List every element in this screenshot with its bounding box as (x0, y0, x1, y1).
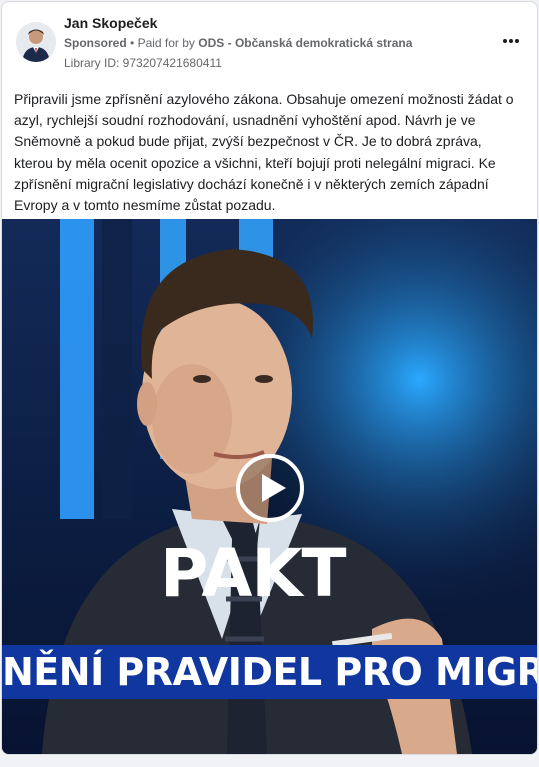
author-avatar[interactable] (16, 22, 56, 62)
ad-card: Jan Skopeček Sponsored • Paid for by ODS… (1, 1, 538, 755)
library-id: Library ID: 973207421680411 (64, 56, 222, 70)
more-options-icon[interactable] (499, 32, 523, 52)
sponsored-line: Sponsored • Paid for by ODS - Občanská d… (64, 36, 412, 50)
play-icon (236, 454, 304, 522)
video-player[interactable]: PAKT NĚNÍ PRAVIDEL PRO MIGRANTY (2, 219, 537, 754)
sponsor-name[interactable]: ODS - Občanská demokratická strana (198, 36, 412, 50)
play-button[interactable] (236, 454, 304, 522)
video-overlay-title: PAKT (160, 535, 347, 612)
paid-for-prefix: Paid for by (137, 36, 195, 50)
post-header: Jan Skopeček Sponsored • Paid for by ODS… (2, 2, 537, 82)
post-text: Připravili jsme zpřísnění azylového záko… (14, 91, 514, 214)
ticker-text: NĚNÍ PRAVIDEL PRO MIGRANTY (2, 650, 537, 694)
sponsored-label: Sponsored (64, 36, 127, 50)
avatar-image (16, 22, 56, 62)
author-name[interactable]: Jan Skopeček (64, 15, 157, 31)
separator-dot: • (130, 36, 138, 50)
